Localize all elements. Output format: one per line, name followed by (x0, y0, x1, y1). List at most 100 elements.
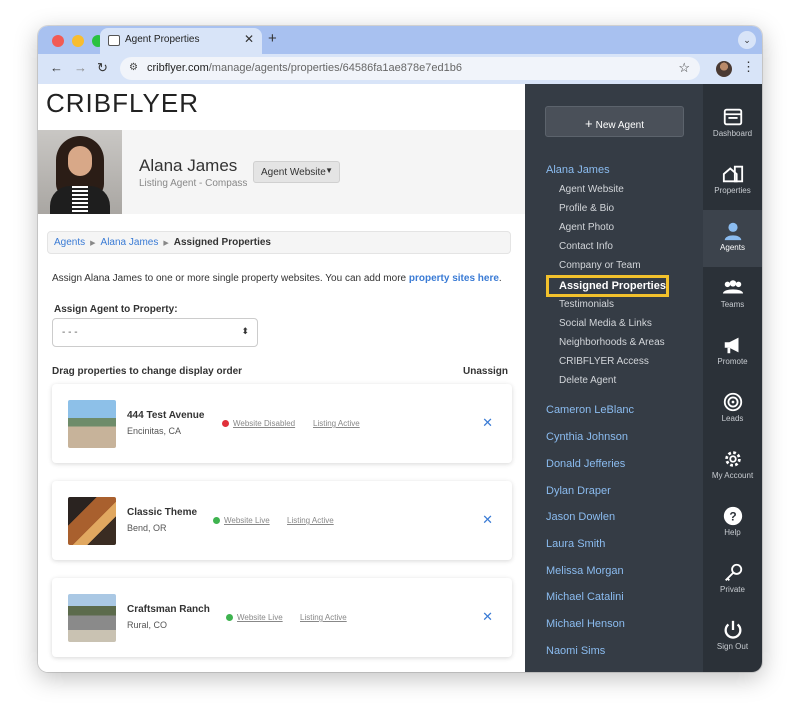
sidebar-agent-item[interactable]: Cynthia Johnson (546, 431, 628, 443)
browser-tab[interactable]: Agent Properties ✕ (100, 28, 262, 54)
new-agent-label: New Agent (595, 120, 644, 131)
sidebar-agent-item[interactable]: Naomi Sims (546, 645, 605, 657)
forward-button[interactable]: → (74, 60, 87, 75)
property-title: Craftsman Ranch (127, 604, 210, 615)
caret-down-icon: ▼ (325, 166, 333, 175)
new-tab-button[interactable]: + (268, 30, 277, 47)
profile-avatar[interactable] (716, 61, 732, 77)
select-arrows-icon: ⬍ (241, 326, 249, 336)
sidebar-agent-item[interactable]: Jason Dowlen (546, 511, 615, 523)
assign-property-select[interactable]: - - - ⬍ (52, 318, 258, 347)
intro-end: . (498, 273, 502, 284)
sidebar-sub-access[interactable]: CRIBFLYER Access (559, 356, 649, 367)
drag-instructions: Drag properties to change display order (52, 366, 243, 377)
nav-my-account[interactable]: My Account (703, 438, 762, 495)
close-window-button[interactable] (52, 35, 64, 47)
agent-icon (724, 222, 741, 241)
sidebar-sub-testimonials[interactable]: Testimonials (559, 299, 614, 310)
nav-leads[interactable]: Leads (703, 381, 762, 438)
property-card[interactable]: 444 Test Avenue Encinitas, CA Website Di… (52, 384, 512, 463)
property-title: 444 Test Avenue (127, 410, 205, 421)
breadcrumb-separator-icon: ▶ (163, 240, 169, 247)
agent-name: Alana James (139, 156, 238, 175)
nav-private[interactable]: Private (703, 552, 762, 609)
website-status[interactable]: Website Live (226, 613, 283, 622)
nav-agents[interactable]: Agents (703, 210, 762, 267)
sidebar-sub-company-team[interactable]: Company or Team (559, 260, 641, 271)
nav-label: Teams (720, 300, 745, 309)
property-sites-link[interactable]: property sites here (409, 273, 499, 284)
unassign-x-icon[interactable]: ✕ (482, 415, 493, 431)
listing-status[interactable]: Listing Active (300, 613, 347, 622)
bookmark-star-icon[interactable]: ☆ (678, 60, 690, 76)
breadcrumb-agent-name[interactable]: Alana James (101, 237, 159, 248)
sidebar-agent-item[interactable]: Michael Catalini (546, 591, 624, 603)
reload-button[interactable]: ↻ (97, 60, 108, 76)
sidebar-agent-item[interactable]: Michael Henson (546, 618, 625, 630)
browser-menu-icon[interactable]: ⋮ (742, 59, 755, 75)
agents-sidebar: + New Agent Alana James Agent Website Pro… (525, 84, 703, 672)
nav-label: Properties (714, 186, 751, 195)
status-dot-icon (213, 517, 220, 524)
property-location: Encinitas, CA (127, 426, 182, 436)
sidebar-sub-delete-agent[interactable]: Delete Agent (559, 375, 616, 386)
property-card[interactable]: Classic Theme Bend, OR Website Live List… (52, 481, 512, 560)
website-status[interactable]: Website Live (213, 516, 270, 525)
sidebar-agent-item[interactable]: Cameron LeBlanc (546, 404, 634, 416)
unassign-x-icon[interactable]: ✕ (482, 609, 493, 625)
property-card[interactable]: Craftsman Ranch Rural, CO Website Live L… (52, 578, 512, 657)
tab-title: Agent Properties (125, 34, 200, 45)
key-icon (724, 563, 742, 581)
status-dot-icon (222, 420, 229, 427)
window-controls (52, 35, 104, 47)
assign-label: Assign Agent to Property: (54, 304, 178, 315)
sidebar-sub-contact-info[interactable]: Contact Info (559, 241, 613, 252)
nav-teams[interactable]: Teams (703, 267, 762, 324)
sidebar-sub-agent-website[interactable]: Agent Website (559, 184, 624, 195)
sidebar-sub-assigned-properties[interactable]: Assigned Properties (546, 275, 669, 297)
sidebar-agent-item[interactable]: Laura Smith (546, 538, 605, 550)
listing-status[interactable]: Listing Active (313, 419, 360, 428)
unassign-x-icon[interactable]: ✕ (482, 512, 493, 528)
status-dot-icon (226, 614, 233, 621)
main-panel: CRIBFLYER Alana James Listing Agent - Co… (38, 84, 525, 672)
property-thumbnail (68, 497, 116, 545)
close-tab-icon[interactable]: ✕ (244, 32, 254, 46)
nav-promote[interactable]: Promote (703, 324, 762, 381)
minimize-window-button[interactable] (72, 35, 84, 47)
help-icon: ? (723, 506, 742, 526)
nav-label: Private (720, 585, 745, 594)
sidebar-agent-current[interactable]: Alana James (546, 164, 610, 176)
agent-website-dropdown[interactable]: Agent Website ▼ (253, 161, 340, 183)
address-bar[interactable]: ⚙ cribflyer.com/manage/agents/properties… (120, 57, 700, 80)
listing-status[interactable]: Listing Active (287, 516, 334, 525)
tab-search-button[interactable]: ⌄ (738, 31, 756, 49)
site-settings-icon[interactable]: ⚙ (129, 62, 138, 73)
sidebar-agent-item[interactable]: Dylan Draper (546, 485, 611, 497)
nav-label: Sign Out (716, 642, 749, 651)
new-agent-button[interactable]: + New Agent (545, 106, 684, 137)
sidebar-sub-agent-photo[interactable]: Agent Photo (559, 222, 614, 233)
nav-help[interactable]: ? Help (703, 495, 762, 552)
url-domain: cribflyer.com (147, 62, 209, 74)
power-icon (724, 620, 741, 639)
property-location: Rural, CO (127, 620, 168, 630)
page-content: CRIBFLYER Alana James Listing Agent - Co… (38, 84, 762, 672)
sidebar-sub-social-media[interactable]: Social Media & Links (559, 318, 652, 329)
sidebar-sub-neighborhoods[interactable]: Neighborhoods & Areas (559, 337, 665, 348)
favicon-icon (108, 35, 120, 46)
site-logo[interactable]: CRIBFLYER (46, 88, 199, 119)
back-button[interactable]: ← (50, 60, 63, 75)
sidebar-sub-profile-bio[interactable]: Profile & Bio (559, 203, 614, 214)
sidebar-agent-item[interactable]: Melissa Morgan (546, 565, 624, 577)
breadcrumb-current: Assigned Properties (173, 237, 271, 248)
breadcrumb-agents[interactable]: Agents (54, 237, 85, 248)
website-status[interactable]: Website Disabled (222, 419, 295, 428)
nav-properties[interactable]: Properties (703, 153, 762, 210)
breadcrumb: Agents ▶ Alana James ▶ Assigned Properties (47, 231, 511, 254)
nav-sign-out[interactable]: Sign Out (703, 609, 762, 666)
sidebar-agent-item[interactable]: Donald Jefferies (546, 458, 625, 470)
website-status-text: Website Live (237, 613, 283, 622)
nav-dashboard[interactable]: Dashboard (703, 96, 762, 153)
nav-label: Help (724, 528, 741, 537)
